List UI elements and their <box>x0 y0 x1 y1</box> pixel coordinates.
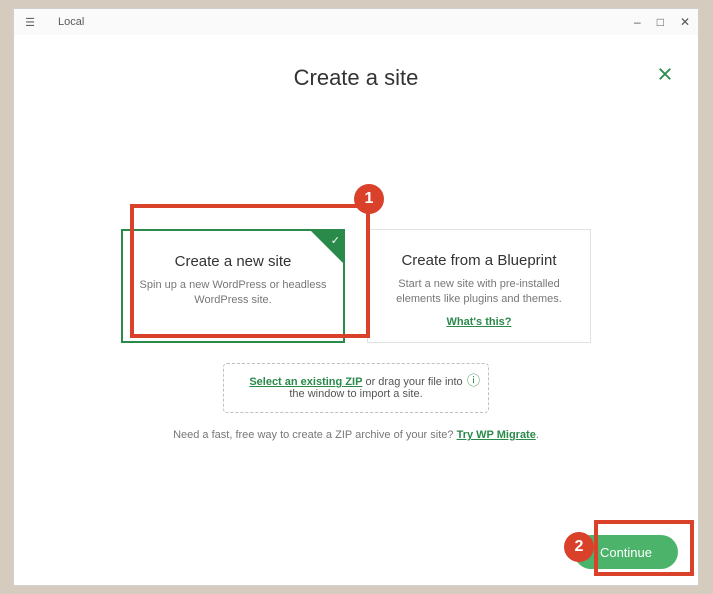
blueprint-desc: Start a new site with pre-installed elem… <box>384 277 574 308</box>
page-title: Create a site <box>14 65 698 91</box>
hamburger-menu-icon[interactable]: ☰ <box>22 16 38 29</box>
app-window: ☰ Local – □ ✕ Create a site ✓ Create a n… <box>13 8 699 586</box>
titlebar: ☰ Local – □ ✕ <box>14 9 698 35</box>
info-icon[interactable]: ⓘ <box>467 370 480 389</box>
select-zip-link[interactable]: Select an existing ZIP <box>249 376 362 388</box>
window-controls: – □ ✕ <box>634 16 690 28</box>
page-body: Create a site ✓ Create a new site Spin u… <box>14 35 698 585</box>
blueprint-title: Create from a Blueprint <box>384 252 574 269</box>
create-new-site-card[interactable]: ✓ Create a new site Spin up a new WordPr… <box>121 229 345 343</box>
hint-text: Need a fast, free way to create a ZIP ar… <box>173 429 457 441</box>
new-site-title: Create a new site <box>139 253 327 270</box>
minimize-button[interactable]: – <box>634 16 641 28</box>
hint-trailing: . <box>536 429 539 441</box>
create-from-blueprint-card[interactable]: Create from a Blueprint Start a new site… <box>367 229 591 343</box>
options-row: ✓ Create a new site Spin up a new WordPr… <box>14 229 698 343</box>
continue-button[interactable]: Continue <box>574 535 678 569</box>
close-icon[interactable] <box>656 65 674 88</box>
maximize-button[interactable]: □ <box>657 16 664 28</box>
whats-this-link[interactable]: What's this? <box>384 316 574 328</box>
app-name: Local <box>58 16 84 28</box>
check-icon: ✓ <box>331 234 340 247</box>
hint-line: Need a fast, free way to create a ZIP ar… <box>14 429 698 441</box>
new-site-desc: Spin up a new WordPress or headless Word… <box>139 278 327 309</box>
zip-dropzone[interactable]: ⓘ Select an existing ZIP or drag your fi… <box>223 363 489 413</box>
wp-migrate-link[interactable]: Try WP Migrate <box>457 429 536 441</box>
close-window-button[interactable]: ✕ <box>680 16 690 28</box>
